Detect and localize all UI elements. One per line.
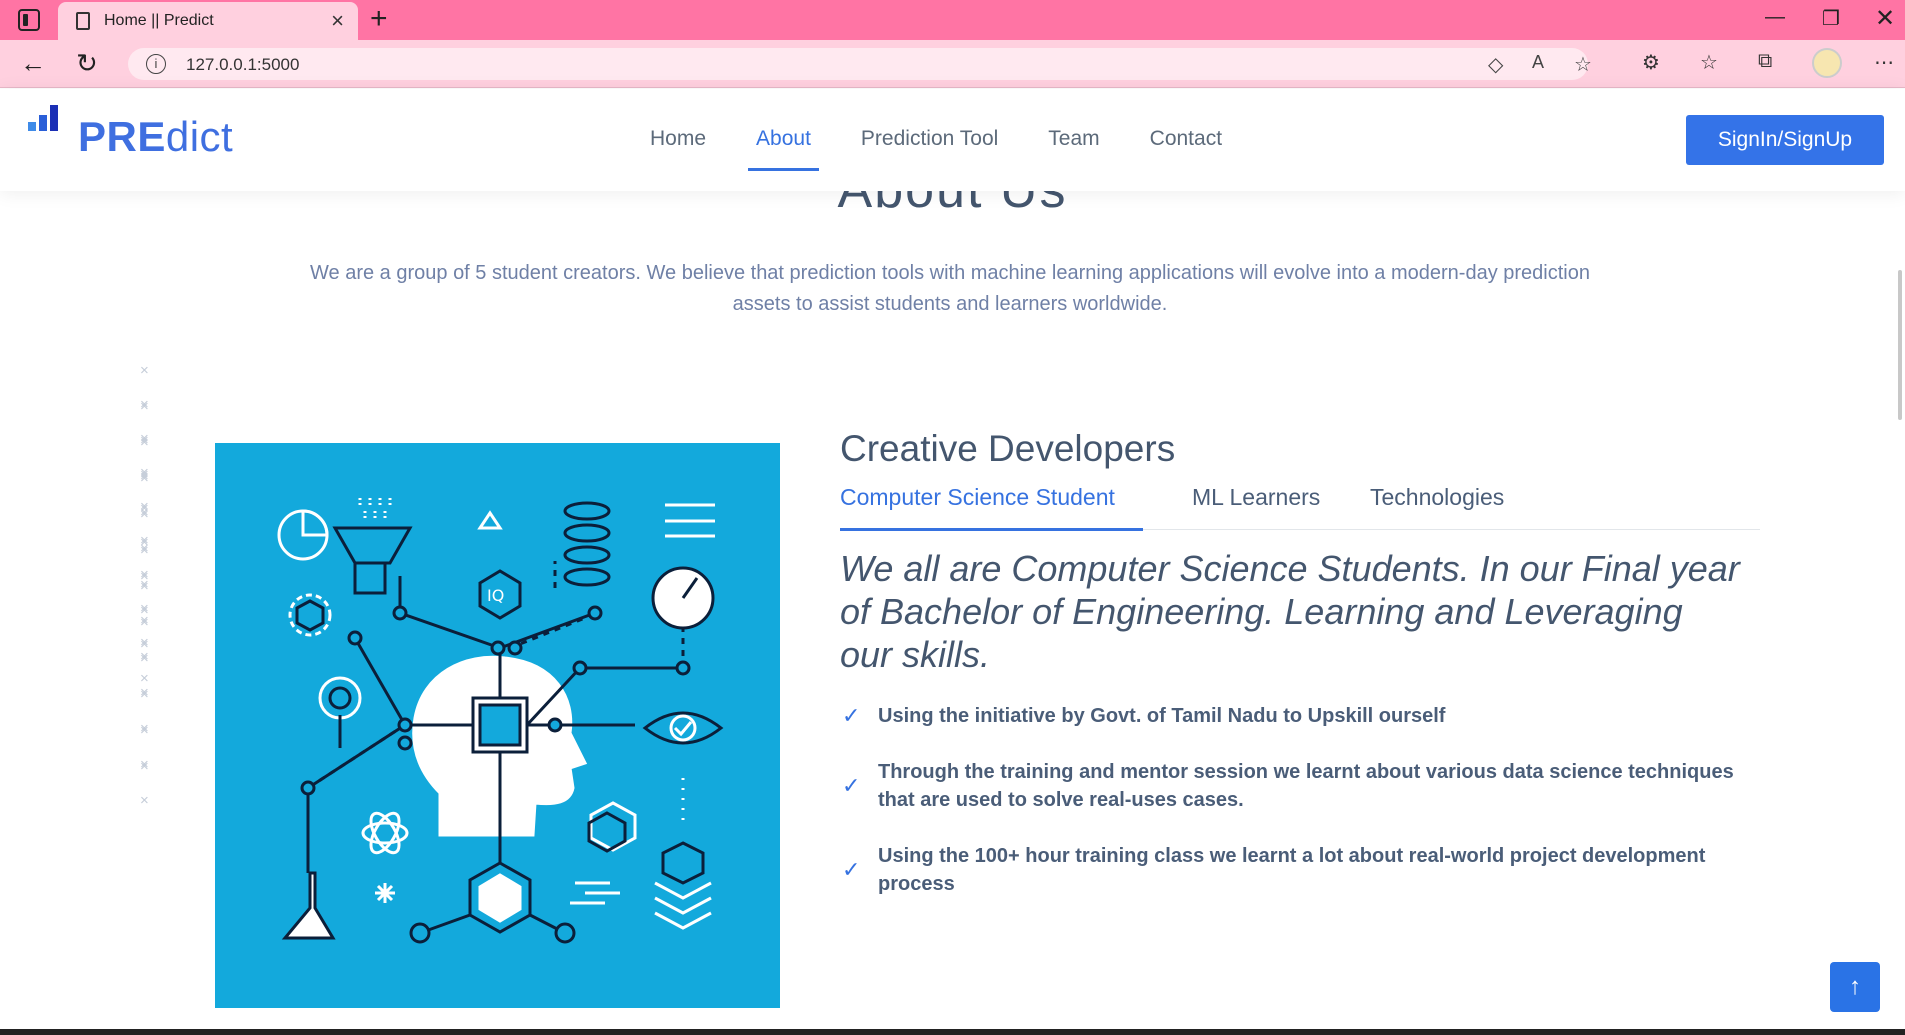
main-nav: Home About Prediction Tool Team Contact <box>650 127 1272 171</box>
creative-quote: We all are Computer Science Students. In… <box>840 548 1740 675</box>
close-window-icon[interactable]: ✕ <box>1875 4 1895 33</box>
browser-tab[interactable]: Home || Predict × <box>58 2 358 40</box>
nav-home[interactable]: Home <box>650 127 706 151</box>
list-item: ✓ Through the training and mentor sessio… <box>842 758 1762 814</box>
back-arrow-icon[interactable]: ← <box>20 48 46 79</box>
tab-title: Home || Predict <box>104 12 214 29</box>
tab-technologies[interactable]: Technologies <box>1370 484 1504 511</box>
tab-ml-learners[interactable]: ML Learners <box>1192 484 1320 511</box>
active-tab-indicator <box>840 528 1143 531</box>
about-description: We are a group of 5 student creators. We… <box>310 262 1590 315</box>
plus-icon[interactable]: + <box>370 2 388 36</box>
check-icon: ✓ <box>842 857 861 882</box>
restore-icon[interactable]: ❐ <box>1822 6 1840 31</box>
back-to-top-button[interactable]: ↑ <box>1830 962 1880 1012</box>
creative-tabs: Computer Science Student ML Learners Tec… <box>840 484 1760 531</box>
ai-network-graphic: IQ <box>277 498 724 944</box>
site-header: PREdict Home About Prediction Tool Team … <box>0 89 1905 191</box>
browser-tab-bar: Home || Predict × + — ❐ ✕ <box>0 0 1905 40</box>
favorite-add-icon[interactable]: ☆ <box>1574 52 1592 77</box>
read-aloud-icon[interactable]: A <box>1532 52 1544 73</box>
tab-computer-science-student[interactable]: Computer Science Student <box>840 484 1115 511</box>
refresh-icon[interactable]: ↻ <box>76 48 98 79</box>
nav-about[interactable]: About <box>748 127 819 171</box>
tag-icon[interactable]: ◇ <box>1488 52 1503 77</box>
favorites-icon[interactable]: ☆ <box>1700 50 1718 75</box>
check-icon: ✓ <box>842 703 861 728</box>
ai-head-illustration: IQ <box>215 443 780 1008</box>
creative-developers-title: Creative Developers <box>840 428 1176 469</box>
nav-team[interactable]: Team <box>1048 127 1099 151</box>
taskbar-strip <box>0 1029 1905 1035</box>
more-options-icon[interactable]: ⋯ <box>1874 50 1894 75</box>
list-item-text: Using the initiative by Govt. of Tamil N… <box>878 705 1446 727</box>
info-icon[interactable]: i <box>146 54 166 74</box>
address-bar[interactable]: i 127.0.0.1:5000 ◇ A ☆ <box>128 48 1592 80</box>
page-icon <box>76 12 90 30</box>
url-text[interactable]: 127.0.0.1:5000 <box>186 55 299 75</box>
collections-icon[interactable]: ⧉ <box>1758 50 1772 73</box>
extensions-icon[interactable]: ⚙ <box>1642 50 1660 75</box>
list-item: ✓ Using the 100+ hour training class we … <box>842 842 1762 898</box>
check-icon: ✓ <box>842 773 861 798</box>
minimize-icon[interactable]: — <box>1765 6 1785 29</box>
list-item-text: Using the 100+ hour training class we le… <box>878 845 1706 895</box>
address-toolbar: ← ↻ i 127.0.0.1:5000 ◇ A ☆ ⚙ ☆ ⧉ ⋯ <box>0 40 1905 88</box>
points-list: ✓ Using the initiative by Govt. of Tamil… <box>842 702 1762 926</box>
tab-actions-icon[interactable] <box>18 9 40 31</box>
list-item-text: Through the training and mentor session … <box>878 761 1734 811</box>
arrow-up-icon: ↑ <box>1849 973 1861 1000</box>
close-icon[interactable]: × <box>331 8 344 34</box>
profile-avatar[interactable] <box>1812 48 1842 78</box>
nav-prediction-tool[interactable]: Prediction Tool <box>861 127 998 151</box>
logo[interactable]: PREdict <box>78 113 233 161</box>
list-item: ✓ Using the initiative by Govt. of Tamil… <box>842 702 1762 730</box>
nav-contact[interactable]: Contact <box>1150 127 1222 151</box>
signin-signup-button[interactable]: SignIn/SignUp <box>1686 115 1884 165</box>
svg-text:IQ: IQ <box>487 586 504 605</box>
scrollbar-thumb[interactable] <box>1898 270 1902 420</box>
